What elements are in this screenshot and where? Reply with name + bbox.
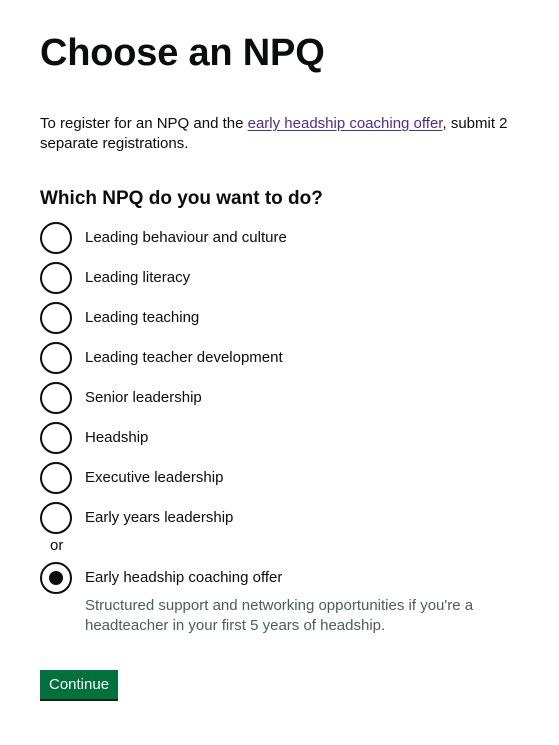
radio-headship[interactable]: Headship [40, 422, 520, 462]
radio-label[interactable]: Early years leadership [85, 508, 233, 528]
intro-text: To register for an NPQ and the early hea… [40, 114, 520, 154]
radio-executive-leadership[interactable]: Executive leadership [40, 462, 520, 502]
page: Choose an NPQ To register for an NPQ and… [40, 30, 520, 699]
radio-circle[interactable] [40, 382, 72, 414]
radio-circle-selected[interactable] [40, 562, 72, 594]
radio-label[interactable]: Leading teacher development [85, 348, 283, 368]
radio-circle[interactable] [40, 502, 72, 534]
radio-senior-leadership[interactable]: Senior leadership [40, 382, 520, 422]
radio-leading-literacy[interactable]: Leading literacy [40, 262, 520, 302]
radio-circle[interactable] [40, 222, 72, 254]
radio-circle[interactable] [40, 422, 72, 454]
radio-circle[interactable] [40, 342, 72, 374]
radio-label[interactable]: Leading literacy [85, 268, 190, 288]
radio-early-headship-coaching-offer[interactable]: Early headship coaching offer [40, 562, 520, 594]
page-title: Choose an NPQ [40, 32, 325, 74]
question-legend: Which NPQ do you want to do? [40, 188, 323, 209]
radio-label[interactable]: Executive leadership [85, 468, 223, 488]
radio-circle[interactable] [40, 262, 72, 294]
radio-leading-teaching[interactable]: Leading teaching [40, 302, 520, 342]
npq-radio-group: Leading behaviour and culture Leading li… [40, 222, 520, 636]
radio-label[interactable]: Senior leadership [85, 388, 202, 408]
early-headship-coaching-offer-link[interactable]: early headship coaching offer [248, 115, 443, 132]
radio-label[interactable]: Early headship coaching offer [85, 568, 282, 588]
radio-circle[interactable] [40, 302, 72, 334]
radio-hint: Structured support and networking opport… [85, 597, 474, 634]
radio-early-years-leadership[interactable]: Early years leadership [40, 502, 520, 542]
radio-leading-teacher-development[interactable]: Leading teacher development [40, 342, 520, 382]
intro-text-before: To register for an NPQ and the [40, 115, 248, 132]
radio-circle[interactable] [40, 462, 72, 494]
radio-label[interactable]: Headship [85, 428, 148, 448]
radio-leading-behaviour-and-culture[interactable]: Leading behaviour and culture [40, 222, 520, 262]
radio-label[interactable]: Leading teaching [85, 308, 199, 328]
radio-label[interactable]: Leading behaviour and culture [85, 228, 287, 248]
continue-button[interactable]: Continue [40, 670, 119, 699]
